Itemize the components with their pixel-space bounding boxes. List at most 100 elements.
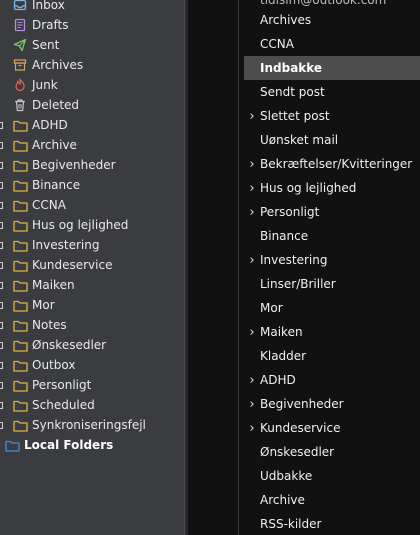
- folder-item-deleted[interactable]: Deleted: [0, 95, 184, 115]
- menu-folder-label: Kladder: [260, 349, 307, 363]
- menu-folder-bekræftelser-kvitteringer[interactable]: › Bekræftelser/Kvitteringer: [244, 152, 420, 176]
- folder-label: Junk: [32, 78, 58, 92]
- folder-item-hus-og-lejlighed[interactable]: Hus og lejlighed: [0, 215, 184, 235]
- folder-label: Archive: [32, 138, 77, 152]
- menu-folder-label: Begivenheder: [260, 397, 344, 411]
- folder-item-kundeservice[interactable]: Kundeservice: [0, 255, 184, 275]
- menu-folder-archive[interactable]: Archive: [244, 488, 420, 512]
- menu-folder-ccna[interactable]: CCNA: [244, 32, 420, 56]
- menu-folder-sendt-post[interactable]: Sendt post: [244, 80, 420, 104]
- menu-folder-hus-og-lejlighed[interactable]: › Hus og lejlighed: [244, 176, 420, 200]
- folder-label: Kundeservice: [32, 258, 113, 272]
- folder-icon: [12, 337, 28, 353]
- deleted-icon: [12, 97, 28, 113]
- splitter-edge: [184, 0, 185, 535]
- expand-arrow-icon[interactable]: [0, 362, 3, 369]
- chevron-right-icon[interactable]: ›: [246, 157, 258, 172]
- menu-folder-label: Archives: [260, 13, 312, 27]
- menu-folder-indbakke[interactable]: Indbakke: [244, 56, 420, 80]
- inbox-icon: [12, 0, 28, 13]
- menu-folder-label: Mor: [260, 301, 283, 315]
- expand-arrow-icon[interactable]: [0, 422, 3, 429]
- folder-item-synkroniseringsfejl[interactable]: Synkroniseringsfejl: [0, 415, 184, 435]
- chevron-right-icon[interactable]: ›: [246, 397, 258, 412]
- folder-item-scheduled[interactable]: Scheduled: [0, 395, 184, 415]
- account-email: tidlsim@outlook.com: [260, 0, 387, 7]
- folder-item-ccna[interactable]: CCNA: [0, 195, 184, 215]
- menu-separator-line: [238, 0, 239, 535]
- folder-item-inbox[interactable]: Inbox: [0, 0, 184, 15]
- folder-item-sent[interactable]: Sent: [0, 35, 184, 55]
- folder-item-drafts[interactable]: Drafts: [0, 15, 184, 35]
- menu-folder-archives[interactable]: Archives: [244, 8, 420, 32]
- expand-arrow-icon[interactable]: [0, 222, 3, 229]
- folder-icon: [12, 277, 28, 293]
- menu-folder-investering[interactable]: › Investering: [244, 248, 420, 272]
- folder-icon: [12, 157, 28, 173]
- menu-folder-linser-briller[interactable]: Linser/Briller: [244, 272, 420, 296]
- menu-folder-kundeservice[interactable]: › Kundeservice: [244, 416, 420, 440]
- folder-item-outbox[interactable]: Outbox: [0, 355, 184, 375]
- chevron-right-icon[interactable]: ›: [246, 109, 258, 124]
- folder-icon: [12, 417, 28, 433]
- chevron-right-icon[interactable]: ›: [246, 325, 258, 340]
- folder-item-begivenheder[interactable]: Begivenheder: [0, 155, 184, 175]
- chevron-right-icon[interactable]: ›: [246, 373, 258, 388]
- folder-icon: [12, 177, 28, 193]
- menu-folder-label: Archive: [260, 493, 305, 507]
- chevron-right-icon[interactable]: ›: [246, 181, 258, 196]
- expand-arrow-icon[interactable]: [0, 282, 3, 289]
- expand-arrow-icon[interactable]: [0, 242, 3, 249]
- folder-item-personligt[interactable]: Personligt: [0, 375, 184, 395]
- expand-arrow-icon[interactable]: [0, 162, 3, 169]
- menu-folder-maiken[interactable]: › Maiken: [244, 320, 420, 344]
- folder-item-maiken[interactable]: Maiken: [0, 275, 184, 295]
- menu-folder-label: Indbakke: [260, 61, 323, 75]
- folder-item-adhd[interactable]: ADHD: [0, 115, 184, 135]
- expand-arrow-icon[interactable]: [0, 182, 3, 189]
- menu-folder-udbakke[interactable]: Udbakke: [244, 464, 420, 488]
- menu-folder-mor[interactable]: Mor: [244, 296, 420, 320]
- expand-arrow-icon[interactable]: [0, 262, 3, 269]
- expand-arrow-icon[interactable]: [0, 142, 3, 149]
- folder-label: Inbox: [32, 0, 65, 12]
- menu-folder-uønsket-mail[interactable]: Uønsket mail: [244, 128, 420, 152]
- folder-item-junk[interactable]: Junk: [0, 75, 184, 95]
- expand-arrow-icon[interactable]: [0, 122, 3, 129]
- sent-icon: [12, 37, 28, 53]
- folder-item-binance[interactable]: Binance: [0, 175, 184, 195]
- chevron-right-icon[interactable]: ›: [246, 421, 258, 436]
- junk-icon: [12, 77, 28, 93]
- menu-folder-slettet-post[interactable]: › Slettet post: [244, 104, 420, 128]
- folder-item-archives[interactable]: Archives: [0, 55, 184, 75]
- folder-item-investering[interactable]: Investering: [0, 235, 184, 255]
- expand-arrow-icon[interactable]: [0, 402, 3, 409]
- expand-arrow-icon[interactable]: [0, 342, 3, 349]
- expand-arrow-icon[interactable]: [0, 202, 3, 209]
- folder-icon: [12, 397, 28, 413]
- menu-folder-ønskesedler[interactable]: Ønskesedler: [244, 440, 420, 464]
- folder-item-notes[interactable]: Notes: [0, 315, 184, 335]
- folder-label: Mor: [32, 298, 55, 312]
- expand-arrow-icon[interactable]: [0, 382, 3, 389]
- folder-icon: [12, 257, 28, 273]
- menu-folder-kladder[interactable]: Kladder: [244, 344, 420, 368]
- folder-label: Outbox: [32, 358, 76, 372]
- chevron-right-icon[interactable]: ›: [246, 205, 258, 220]
- folder-item-archive[interactable]: Archive: [0, 135, 184, 155]
- menu-folder-binance[interactable]: Binance: [244, 224, 420, 248]
- chevron-right-icon[interactable]: ›: [246, 253, 258, 268]
- expand-arrow-icon[interactable]: [0, 302, 3, 309]
- menu-folder-personligt[interactable]: › Personligt: [244, 200, 420, 224]
- folder-item-mor[interactable]: Mor: [0, 295, 184, 315]
- menu-folder-begivenheder[interactable]: › Begivenheder: [244, 392, 420, 416]
- local-folder-icon: [4, 437, 20, 453]
- local-folders-account[interactable]: Local Folders: [0, 435, 184, 455]
- menu-folder-adhd[interactable]: › ADHD: [244, 368, 420, 392]
- folder-label: Sent: [32, 38, 60, 52]
- expand-arrow-icon[interactable]: [0, 322, 3, 329]
- folder-item-ønskesedler[interactable]: Ønskesedler: [0, 335, 184, 355]
- menu-folder-label: RSS-kilder: [260, 517, 322, 531]
- menu-folder-rss-kilder[interactable]: RSS-kilder: [244, 512, 420, 535]
- folder-list-popup: tidlsim@outlook.com Archives CCNA Indbakke S…: [188, 0, 420, 535]
